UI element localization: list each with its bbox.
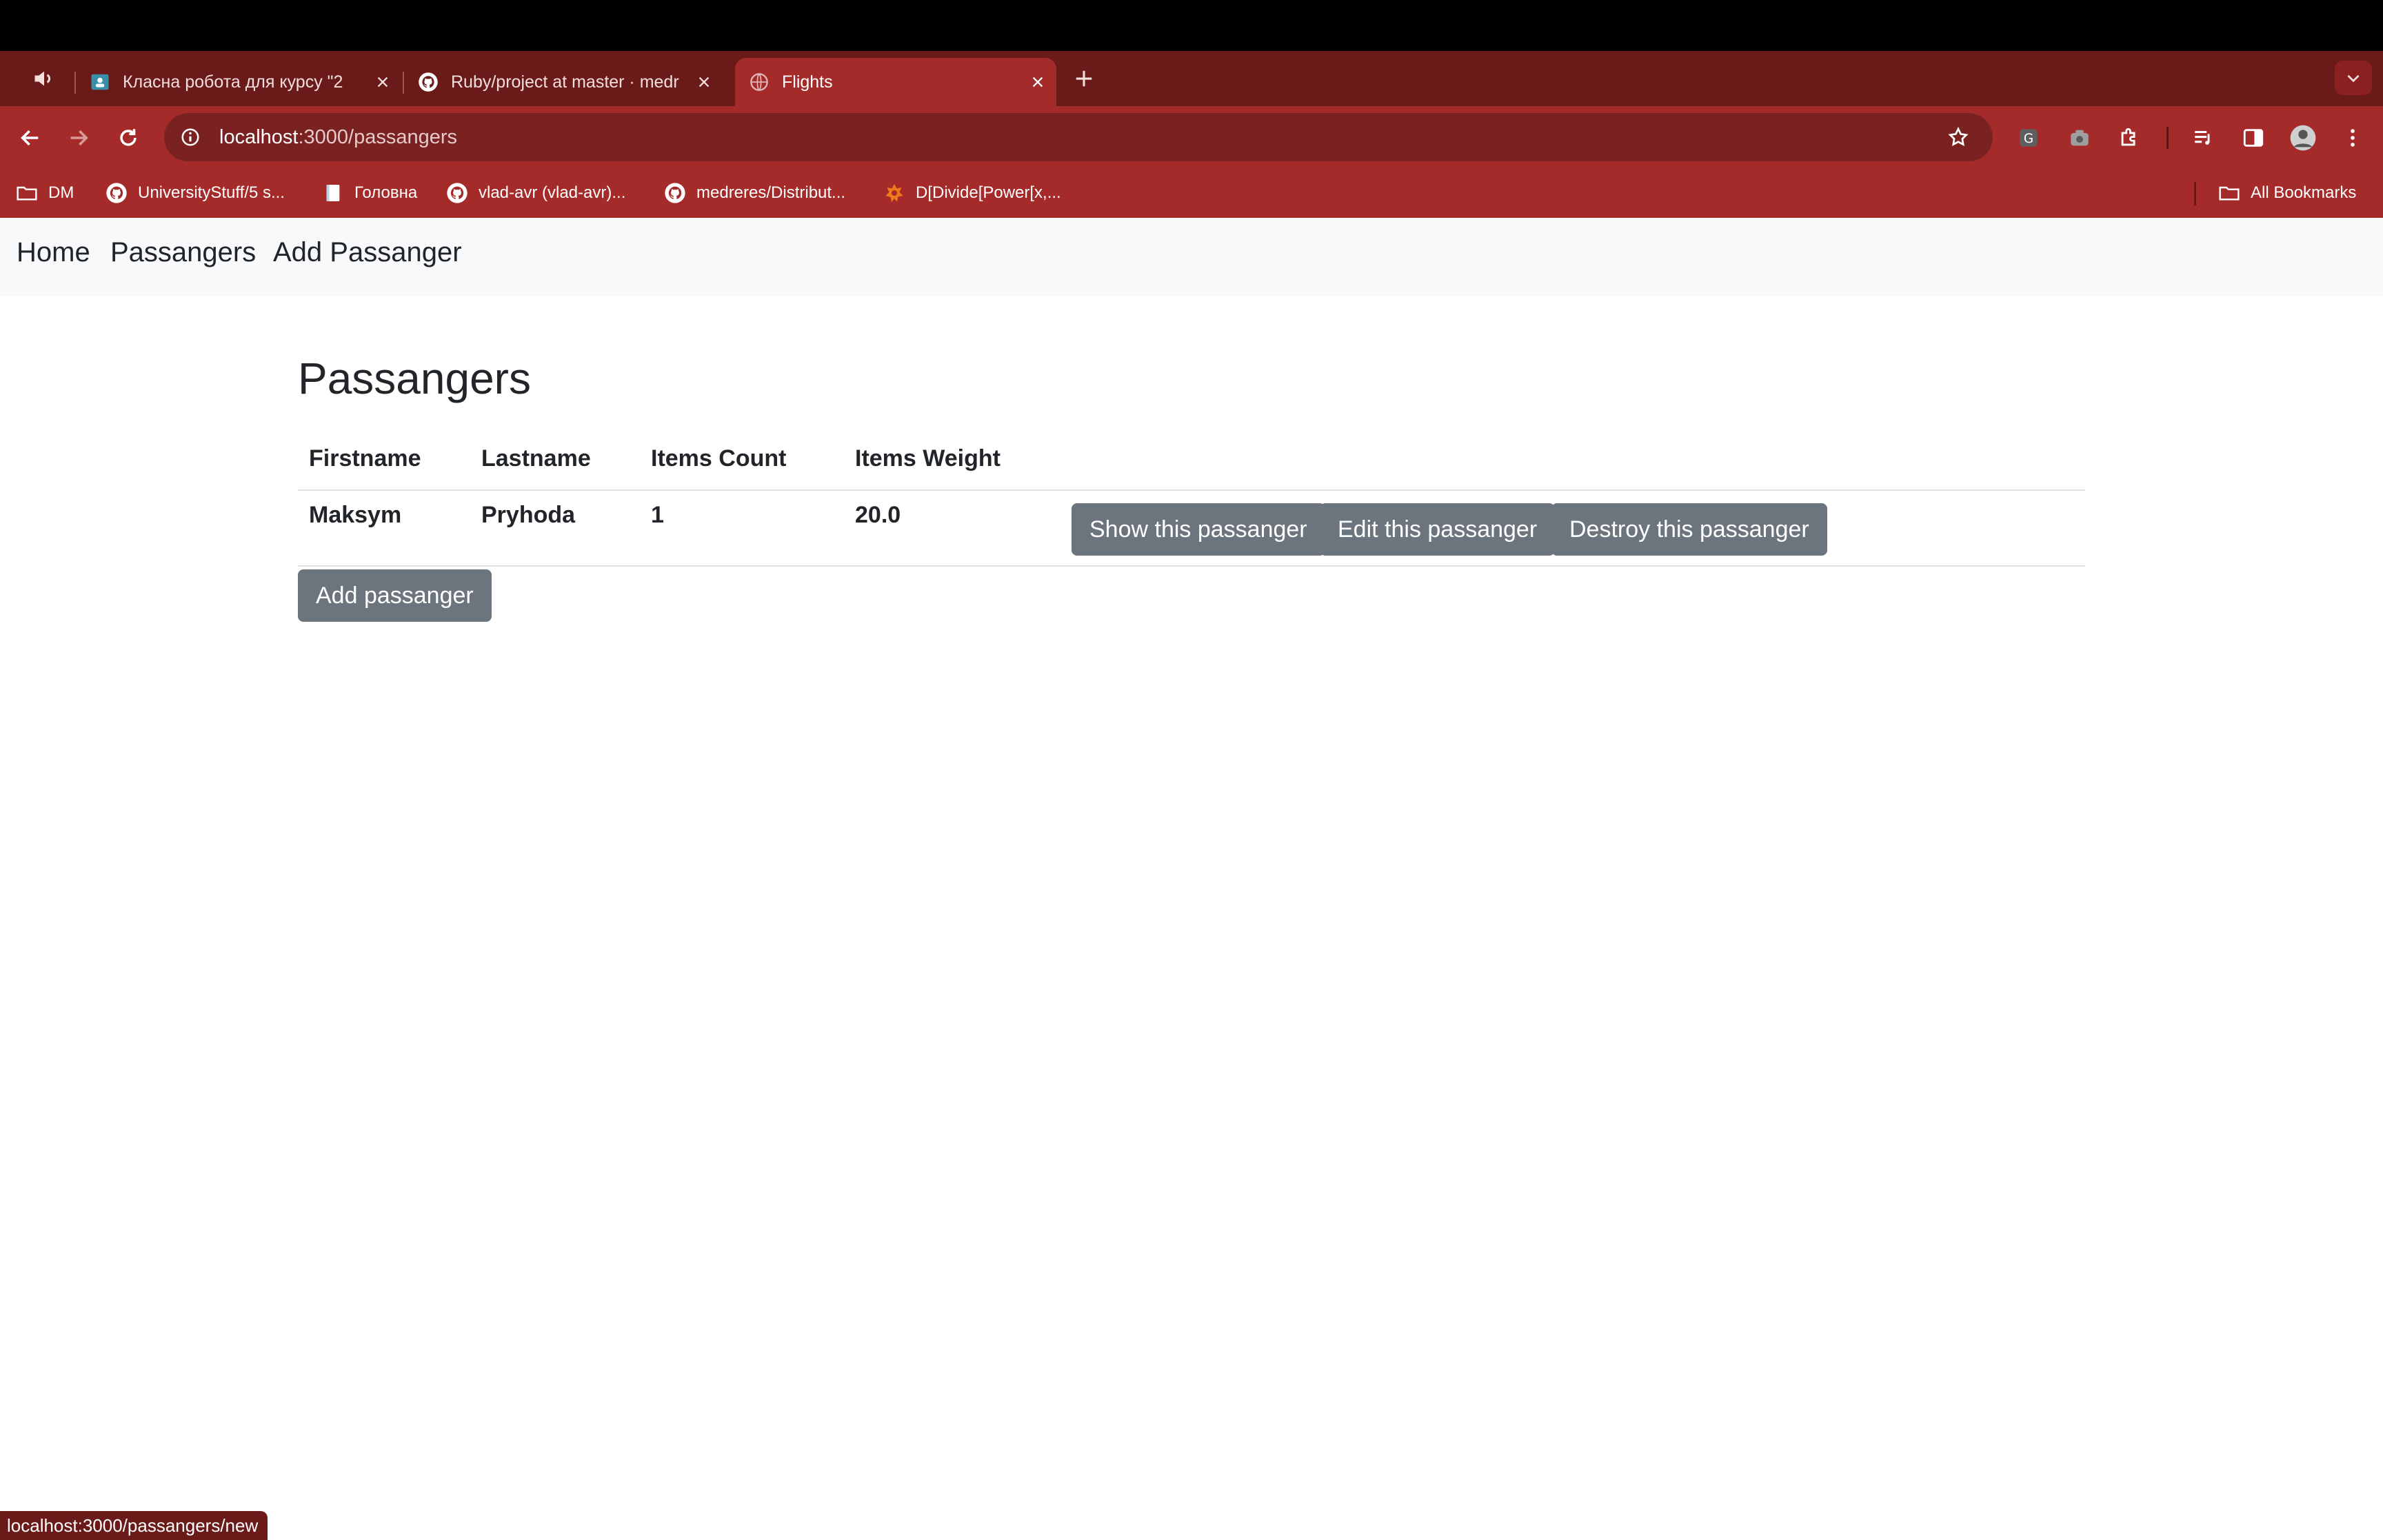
cell-firstname: Maksym — [309, 502, 402, 528]
globe-icon — [749, 72, 770, 92]
screen-top-bar — [0, 0, 2383, 51]
tab-flights[interactable]: Flights — [735, 58, 1056, 106]
tab-title: Flights — [782, 72, 833, 92]
cell-items-weight: 20.0 — [855, 502, 901, 528]
bookmark-dm[interactable]: DM — [15, 179, 74, 207]
tab-separator — [403, 72, 404, 94]
tab-search-icon[interactable] — [2335, 61, 2372, 95]
tab-separator — [74, 72, 76, 94]
forward-icon[interactable] — [61, 120, 97, 156]
cell-items-count: 1 — [651, 502, 664, 528]
tab-title: Класна робота для курсу "2 — [123, 72, 343, 92]
column-header-items-weight: Items Weight — [855, 445, 1001, 472]
svg-text:G: G — [2024, 132, 2033, 146]
media-controls-icon[interactable] — [2189, 123, 2219, 153]
github-icon — [663, 181, 687, 205]
link-status-bubble: localhost:3000/passangers/new — [0, 1511, 268, 1540]
bookmark-label: UniversityStuff/5 s... — [138, 183, 285, 202]
close-icon[interactable] — [372, 72, 393, 92]
bookmark-label: Головна — [354, 183, 418, 202]
bookmark-vlad-avr[interactable]: vlad-avr (vlad-avr)... — [445, 179, 625, 207]
table-row-divider — [298, 565, 2085, 567]
bookmark-medreres[interactable]: medreres/Distribut... — [663, 179, 845, 207]
all-bookmarks[interactable]: All Bookmarks — [2218, 179, 2356, 207]
bookmarks-separator — [2194, 182, 2196, 205]
nav-add-passanger-link[interactable]: Add Passanger — [273, 237, 462, 268]
more-menu-icon[interactable] — [2337, 123, 2368, 153]
toolbar-separator — [2166, 127, 2169, 149]
show-passanger-button[interactable]: Show this passanger — [1072, 503, 1325, 556]
nav-passangers-link[interactable]: Passangers — [110, 237, 256, 268]
tab-title: Ruby/project at master · medr — [451, 72, 679, 92]
profile-avatar[interactable] — [2288, 123, 2318, 153]
close-icon[interactable] — [694, 72, 714, 92]
url-text: localhost:3000/passangers — [219, 126, 457, 149]
side-panel-icon[interactable] — [2238, 123, 2269, 153]
bookmark-star-icon[interactable] — [1944, 123, 1972, 151]
github-icon — [105, 181, 128, 205]
bookmark-label: vlad-avr (vlad-avr)... — [479, 183, 626, 202]
add-passanger-button[interactable]: Add passanger — [298, 569, 492, 622]
url-host: localhost — [219, 125, 299, 148]
bookmark-label: D[Divide[Power[x,... — [916, 183, 1061, 202]
browser-toolbar: localhost:3000/passangers G — [0, 106, 2383, 170]
speaker-icon[interactable] — [32, 66, 57, 91]
column-header-lastname: Lastname — [481, 445, 591, 472]
wolfram-icon — [883, 181, 906, 205]
tab-github-ruby[interactable]: Ruby/project at master · medr — [418, 58, 714, 106]
camera-extension-icon[interactable] — [2064, 123, 2095, 153]
tab-classroom[interactable]: Класна робота для курсу "2 — [90, 58, 393, 106]
column-header-firstname: Firstname — [309, 445, 421, 472]
extensions-puzzle-icon[interactable] — [2114, 123, 2144, 153]
close-icon[interactable] — [1027, 72, 1048, 92]
all-bookmarks-label: All Bookmarks — [2251, 183, 2357, 202]
site-info-icon[interactable] — [177, 123, 204, 151]
column-header-items-count: Items Count — [651, 445, 787, 472]
folder-icon — [15, 181, 39, 205]
github-icon — [445, 181, 469, 205]
bookmark-label: DM — [48, 183, 74, 202]
bookmarks-bar: DM UniversityStuff/5 s... Головна vlad-a… — [0, 170, 2383, 218]
new-tab-icon[interactable] — [1070, 65, 1098, 92]
notebook-icon — [321, 181, 345, 205]
cell-lastname: Pryhoda — [481, 502, 576, 528]
bookmark-label: medreres/Distribut... — [696, 183, 846, 202]
bookmark-universitystuff[interactable]: UniversityStuff/5 s... — [105, 179, 285, 207]
app-navbar: Home Passangers Add Passanger — [0, 218, 2383, 296]
bookmark-wolfram[interactable]: D[Divide[Power[x,... — [883, 179, 1061, 207]
page-title: Passangers — [298, 354, 531, 403]
github-icon — [418, 72, 439, 92]
back-icon[interactable] — [12, 120, 48, 156]
edit-passanger-button[interactable]: Edit this passanger — [1320, 503, 1556, 556]
nav-home-link[interactable]: Home — [17, 237, 90, 268]
reload-icon[interactable] — [110, 120, 146, 156]
address-bar[interactable]: localhost:3000/passangers — [164, 113, 1993, 161]
grammarly-extension-icon[interactable]: G — [2013, 123, 2044, 153]
bookmark-golovna[interactable]: Головна — [321, 179, 417, 207]
folder-icon — [2218, 181, 2241, 205]
destroy-passanger-button[interactable]: Destroy this passanger — [1551, 503, 1827, 556]
classroom-icon — [90, 72, 110, 92]
url-path: :3000/passangers — [298, 125, 458, 148]
table-header-divider — [298, 489, 2085, 491]
